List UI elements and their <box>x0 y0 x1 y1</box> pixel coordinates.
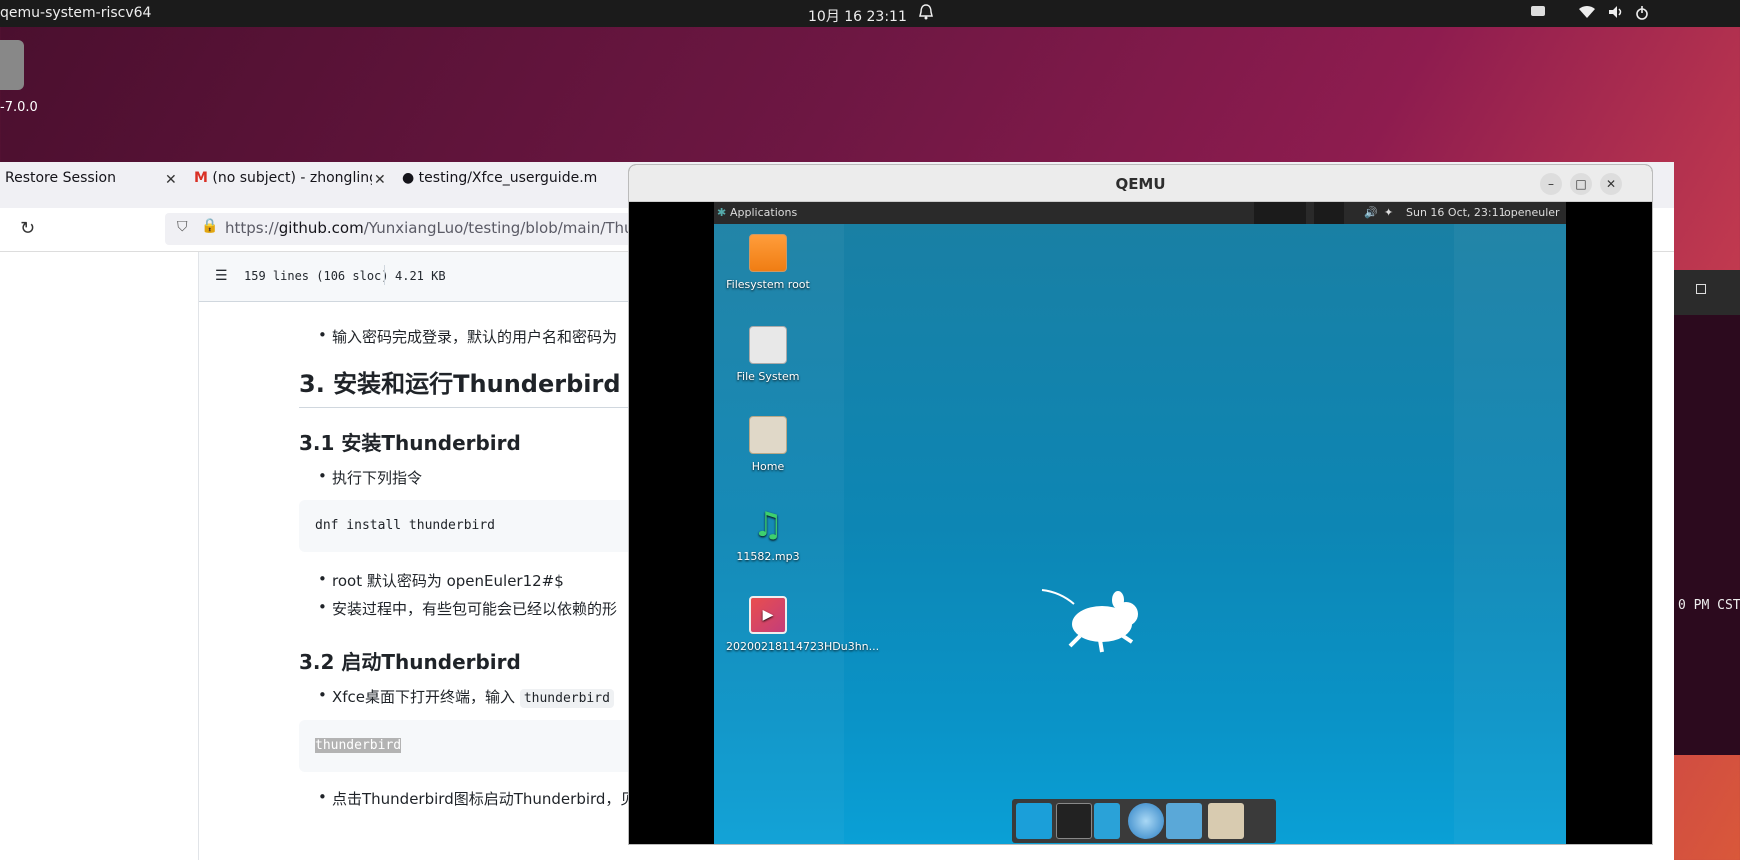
desktop-icon-home[interactable]: Home <box>726 416 810 473</box>
maximize-icon[interactable] <box>1696 284 1706 294</box>
volume-icon[interactable] <box>1608 5 1626 23</box>
xfce-desktop[interactable]: ✱ Applications 🔊 ✦ Sun 16 Oct, 23:11 ope… <box>714 202 1566 844</box>
icon-label: 11582.mp3 <box>736 550 800 563</box>
volume-icon[interactable]: 🔊 <box>1364 206 1378 219</box>
weather-icon[interactable]: ✦ <box>1384 206 1393 219</box>
icon-label: 20200218114723HDu3hn... <box>726 640 880 653</box>
list-item: 执行下列指令 <box>318 467 422 488</box>
gmail-icon: M <box>194 170 208 186</box>
inline-code: thunderbird <box>519 689 614 708</box>
clock[interactable]: 10月 16 23:11 <box>808 6 907 26</box>
list-item: 输入密码完成登录，默认的用户名和密码为 <box>318 326 617 347</box>
power-icon[interactable] <box>1634 5 1650 25</box>
audio-file-icon: ♫ <box>752 505 784 545</box>
shield-icon[interactable]: ⛉ <box>177 219 188 235</box>
web-browser-icon[interactable] <box>1128 803 1164 839</box>
tab-label: Restore Session <box>5 170 116 186</box>
close-icon[interactable]: ✕ <box>1600 173 1622 195</box>
subsection-heading: 3.1 安装Thunderbird <box>299 431 521 455</box>
xfce-mouse-logo <box>1041 589 1138 653</box>
tab-restore-session[interactable]: Restore Session ✕ <box>5 170 190 200</box>
keyboard-icon[interactable] <box>1530 5 1546 21</box>
terminal-icon[interactable] <box>1056 803 1092 839</box>
qemu-window[interactable]: QEMU – □ ✕ ✱ Applications 🔊 ✦ Sun 16 Oct… <box>628 164 1653 845</box>
applications-menu[interactable]: Applications <box>730 206 797 219</box>
desktop-app-icon[interactable] <box>0 40 24 90</box>
subsection-heading: 3.2 启动Thunderbird <box>299 650 521 674</box>
desktop-icon-label: -7.0.0 <box>0 100 38 115</box>
reload-icon[interactable]: ↻ <box>20 218 35 239</box>
tab-label: testing/Xfce_userguide.m <box>418 170 598 186</box>
drive-harddisk-icon <box>749 234 787 272</box>
icon-label: Home <box>751 460 785 473</box>
selected-code-text[interactable]: thunderbird <box>315 738 402 753</box>
list-item: Xfce桌面下打开终端，输入 thunderbird <box>318 686 614 708</box>
desktop-icon-filesystem-root[interactable]: Filesystem root <box>726 234 810 291</box>
outline-icon[interactable]: ☰ <box>215 268 228 284</box>
wallpaper-stripe <box>1454 224 1566 844</box>
qemu-titlebar[interactable]: QEMU – □ ✕ <box>629 165 1652 202</box>
terminal-window[interactable]: 0 PM CST <box>1674 270 1740 755</box>
wifi-icon[interactable] <box>1578 5 1596 23</box>
workspace-2[interactable] <box>1314 202 1344 224</box>
xfce-clock[interactable]: Sun 16 Oct, 23:11 <box>1406 206 1506 219</box>
icon-label: Filesystem root <box>726 278 810 291</box>
desktop-icon-file-system[interactable]: File System <box>726 326 810 383</box>
file-tree-pane <box>0 252 199 860</box>
close-icon[interactable]: ✕ <box>165 172 177 188</box>
video-file-icon: ▶ <box>749 596 787 634</box>
drive-icon <box>749 326 787 364</box>
desktop-icon-video[interactable]: ▶ 20200218114723HDu3hn... <box>726 596 880 653</box>
show-desktop-icon[interactable] <box>1016 803 1052 839</box>
minimize-icon[interactable]: – <box>1540 173 1562 195</box>
github-icon: ● <box>402 170 415 186</box>
close-icon[interactable]: ✕ <box>374 172 386 188</box>
line-count: 159 lines (106 sloc) <box>244 269 389 283</box>
desktop-icon-mp3[interactable]: ♫ 11582.mp3 <box>726 506 810 563</box>
xfce-dock <box>1012 799 1276 843</box>
terminal-text: 0 PM CST <box>1678 598 1740 613</box>
search-icon[interactable] <box>1166 803 1202 839</box>
alarm-icon <box>918 3 934 25</box>
window-title: QEMU <box>1115 175 1166 193</box>
active-app-name[interactable]: qemu-system-riscv64 <box>0 5 151 21</box>
list-item: root 默认密码为 openEuler12#$ <box>318 570 564 591</box>
icon-label: File System <box>736 370 800 383</box>
xfce-logo-icon[interactable]: ✱ <box>717 206 726 219</box>
tab-gmail[interactable]: M (no subject) - zhonglingh ✕ <box>194 170 399 200</box>
list-item: 点击Thunderbird图标启动Thunderbird，见 <box>318 788 635 809</box>
tab-label: (no subject) - zhonglingh <box>212 170 373 186</box>
folder-icon[interactable] <box>1208 803 1244 839</box>
url-text: https://github.com/YunxiangLuo/testing/b… <box>225 219 644 237</box>
tab-github[interactable]: ● testing/Xfce_userguide.m <box>402 170 628 200</box>
terminal-titlebar[interactable] <box>1674 270 1740 315</box>
list-item: 安装过程中，有些包可能会已经以依赖的形 <box>318 598 617 619</box>
xfce-panel: ✱ Applications 🔊 ✦ Sun 16 Oct, 23:11 ope… <box>714 202 1566 224</box>
maximize-icon[interactable]: □ <box>1570 173 1592 195</box>
file-manager-icon[interactable] <box>1094 803 1120 839</box>
top-bar: qemu-system-riscv64 10月 16 23:11 <box>0 0 1740 27</box>
file-size: 4.21 KB <box>395 269 446 283</box>
lock-icon[interactable]: 🔒 <box>201 218 218 234</box>
user-menu[interactable]: openeuler <box>1504 206 1560 219</box>
workspace-1[interactable] <box>1254 202 1306 224</box>
home-folder-icon <box>749 416 787 454</box>
divider <box>384 265 385 285</box>
